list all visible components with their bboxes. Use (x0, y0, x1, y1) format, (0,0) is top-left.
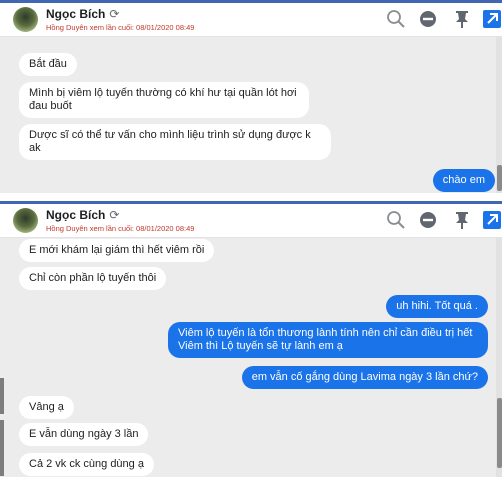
scrollbar-thumb[interactable] (497, 398, 502, 468)
search-icon[interactable] (386, 210, 406, 230)
left-scroll-indicator (0, 420, 4, 476)
message-incoming[interactable]: Chỉ còn phần lộ tuyến thôi (19, 267, 167, 290)
sync-icon[interactable]: ⟳ (109, 7, 119, 21)
pin-icon[interactable] (452, 210, 472, 230)
message-list[interactable]: E mới khám lại giám thì hết viêm rồi Chỉ… (0, 238, 502, 477)
block-icon[interactable] (418, 9, 438, 29)
message-incoming[interactable]: Bắt đầu (19, 53, 77, 76)
scrollbar[interactable] (496, 37, 502, 193)
avatar[interactable] (13, 7, 38, 32)
search-icon[interactable] (386, 9, 406, 29)
expand-icon[interactable] (482, 210, 502, 230)
divider (0, 193, 502, 201)
contact-name[interactable]: Ngọc Bích ⟳ (46, 208, 119, 222)
message-outgoing[interactable]: em vẫn cố gắng dùng Lavima ngày 3 lần ch… (241, 366, 488, 389)
message-incoming[interactable]: Vâng ạ (19, 396, 74, 419)
chat-header: Ngọc Bích ⟳ Hồng Duyên xem lần cuối: 08/0… (0, 3, 502, 37)
message-outgoing[interactable]: Viêm lộ tuyến là tổn thương lành tính nê… (168, 322, 488, 358)
avatar[interactable] (13, 208, 38, 233)
scrollbar-thumb[interactable] (497, 165, 502, 191)
sync-icon[interactable]: ⟳ (109, 208, 119, 222)
pin-icon[interactable] (452, 9, 472, 29)
expand-icon[interactable] (482, 9, 502, 29)
chat-header: Ngọc Bích ⟳ Hồng Duyên xem lần cuối: 08/0… (0, 204, 502, 238)
scrollbar[interactable] (496, 238, 502, 477)
left-scroll-indicator (0, 378, 4, 414)
message-outgoing[interactable]: chào em (432, 169, 495, 192)
message-outgoing[interactable]: uh hihi. Tốt quá . (386, 295, 488, 318)
message-incoming[interactable]: E vẫn dùng ngày 3 lần (19, 423, 149, 446)
last-seen-text: Hồng Duyên xem lần cuối: 08/01/2020 08:4… (46, 23, 195, 32)
contact-name[interactable]: Ngọc Bích ⟳ (46, 7, 119, 21)
contact-name-text: Ngọc Bích (46, 7, 106, 21)
message-incoming[interactable]: Cả 2 vk ck cùng dùng ạ (19, 453, 154, 476)
block-icon[interactable] (418, 210, 438, 230)
message-incoming[interactable]: Dược sĩ có thể tư vấn cho mình liệu trìn… (19, 124, 331, 160)
message-incoming[interactable]: Mình bị viêm lộ tuyến thường có khí hư t… (19, 82, 309, 118)
message-list[interactable]: Bắt đầu Mình bị viêm lộ tuyến thường có … (0, 37, 502, 193)
last-seen-text: Hồng Duyên xem lần cuối: 08/01/2020 08:4… (46, 224, 195, 233)
chat-window-1: Ngọc Bích ⟳ Hồng Duyên xem lần cuối: 08/0… (0, 0, 502, 193)
chat-window-2: Ngọc Bích ⟳ Hồng Duyên xem lần cuối: 08/0… (0, 201, 502, 477)
contact-name-text: Ngọc Bích (46, 208, 106, 222)
message-incoming[interactable]: E mới khám lại giám thì hết viêm rồi (19, 239, 215, 262)
